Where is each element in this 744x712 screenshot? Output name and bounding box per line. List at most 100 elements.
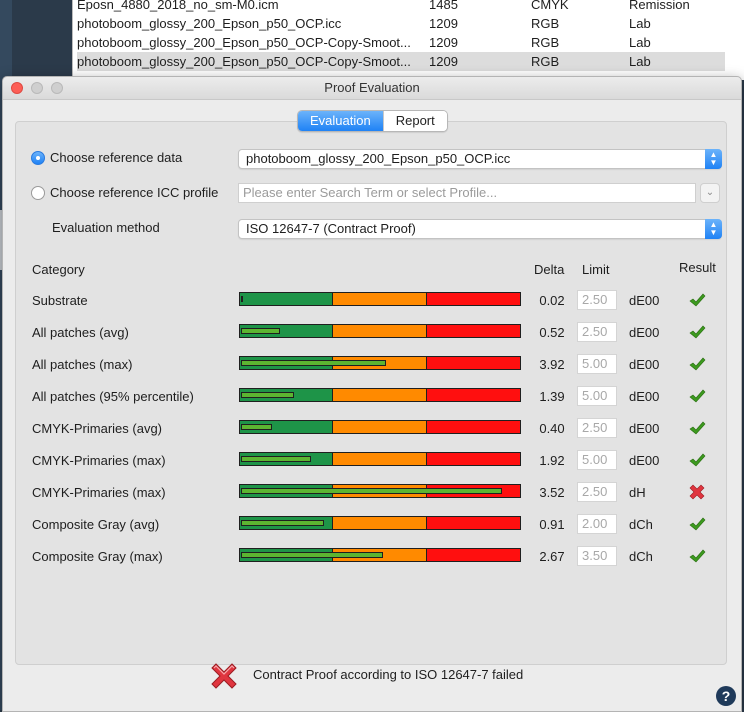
row-unit: dCh — [629, 517, 653, 532]
row-unit: dE00 — [629, 453, 660, 468]
row-category: All patches (avg) — [32, 325, 129, 340]
chevron-down-icon[interactable]: ⌄ — [700, 183, 720, 203]
profile-name: Eposn_4880_2018_no_sm-M0.icm — [77, 0, 279, 12]
result-row: Composite Gray (avg) 0.91 2.00 dCh — [16, 510, 726, 542]
bar-zone-warn — [333, 517, 427, 529]
profile-type: Lab — [629, 16, 651, 31]
delta-bar — [239, 548, 521, 562]
profile-size: 1485 — [429, 0, 458, 12]
profile-size: 1209 — [429, 35, 458, 50]
row-limit-field[interactable]: 2.50 — [577, 322, 617, 342]
row-delta: 0.02 — [539, 293, 565, 308]
result-row: All patches (avg) 0.52 2.50 dE00 — [16, 318, 726, 350]
tab-report[interactable]: Report — [382, 111, 447, 131]
delta-bar — [239, 292, 521, 306]
row-delta: 0.52 — [539, 325, 565, 340]
row-delta: 3.92 — [539, 357, 565, 372]
bar-zone-warn — [333, 453, 427, 465]
reference-icc-search-input[interactable]: Please enter Search Term or select Profi… — [238, 183, 696, 203]
profile-name: photoboom_glossy_200_Epson_p50_OCP-Copy-… — [77, 54, 411, 69]
reference-data-value: photoboom_glossy_200_Epson_p50_OCP.icc — [246, 151, 511, 166]
passed-check-icon — [688, 355, 706, 373]
row-limit-value: 5.00 — [582, 388, 608, 403]
row-limit-field[interactable]: 5.00 — [577, 354, 617, 374]
updown-arrows-icon: ▲ ▼ — [705, 149, 722, 169]
delta-bar — [239, 516, 521, 530]
passed-check-icon — [688, 291, 706, 309]
row-category: CMYK-Primaries (max) — [32, 453, 166, 468]
profile-colorspace: RGB — [531, 54, 560, 69]
result-row: Substrate 0.02 2.50 dE00 — [16, 286, 726, 318]
profile-row[interactable]: photoboom_glossy_200_Epson_p50_OCP.icc 1… — [77, 14, 725, 33]
delta-indicator — [241, 488, 502, 494]
row-limit-field[interactable]: 5.00 — [577, 450, 617, 470]
row-category: All patches (max) — [32, 357, 133, 372]
result-row: All patches (max) 3.92 5.00 dE00 — [16, 350, 726, 382]
reference-data-select[interactable]: photoboom_glossy_200_Epson_p50_OCP.icc ▲… — [238, 149, 722, 169]
row-category: All patches (95% percentile) — [32, 389, 194, 404]
delta-indicator — [241, 456, 311, 462]
profile-name: photoboom_glossy_200_Epson_p50_OCP-Copy-… — [77, 35, 411, 50]
delta-bar — [239, 356, 521, 370]
result-row: All patches (95% percentile) 1.39 5.00 dE00 — [16, 382, 726, 414]
reference-data-radio[interactable] — [31, 151, 45, 165]
result-row: Composite Gray (max) 2.67 3.50 dCh — [16, 542, 726, 574]
reference-icc-radio[interactable] — [31, 186, 45, 200]
delta-indicator — [241, 520, 324, 526]
delta-indicator — [241, 328, 280, 334]
profile-row-selected[interactable]: photoboom_glossy_200_Epson_p50_OCP-Copy-… — [77, 52, 725, 71]
row-unit: dH — [629, 485, 646, 500]
help-button[interactable]: ? — [716, 686, 736, 706]
bar-zone-bad — [426, 293, 520, 305]
reference-data-label: Choose reference data — [50, 150, 183, 165]
row-category: CMYK-Primaries (max) — [32, 485, 166, 500]
limit-header: Limit — [582, 262, 610, 277]
proof-evaluation-window: Proof Evaluation Evaluation Report Choos… — [2, 76, 742, 712]
profile-row[interactable]: photoboom_glossy_200_Epson_p50_OCP-Copy-… — [77, 33, 725, 52]
tab-evaluation[interactable]: Evaluation — [298, 111, 383, 131]
reference-icc-placeholder: Please enter Search Term or select Profi… — [243, 185, 498, 200]
delta-header: Delta — [534, 262, 565, 277]
bar-zone-bad — [426, 453, 520, 465]
passed-check-icon — [688, 451, 706, 469]
delta-indicator — [241, 552, 383, 558]
bar-zone-bad — [426, 549, 520, 561]
row-limit-value: 2.00 — [582, 516, 608, 531]
profile-row[interactable]: Eposn_4880_2018_no_sm-M0.icm 1485 CMYK R… — [77, 0, 725, 14]
delta-bar — [239, 324, 521, 338]
row-limit-field[interactable]: 2.00 — [577, 514, 617, 534]
evaluation-method-select[interactable]: ISO 12647-7 (Contract Proof) ▲ ▼ — [238, 219, 722, 239]
row-limit-field[interactable]: 2.50 — [577, 418, 617, 438]
profile-type: Lab — [629, 35, 651, 50]
delta-bar — [239, 484, 521, 498]
delta-indicator — [241, 424, 272, 430]
bar-zone-bad — [426, 517, 520, 529]
evaluation-method-label: Evaluation method — [52, 220, 160, 235]
profile-name: photoboom_glossy_200_Epson_p50_OCP.icc — [77, 16, 342, 31]
row-unit: dE00 — [629, 389, 660, 404]
row-limit-field[interactable]: 5.00 — [577, 386, 617, 406]
row-delta: 2.67 — [539, 549, 565, 564]
title-bar[interactable]: Proof Evaluation — [3, 77, 741, 100]
delta-indicator — [241, 296, 243, 302]
row-unit: dE00 — [629, 357, 660, 372]
delta-bar — [239, 452, 521, 466]
row-limit-field[interactable]: 2.50 — [577, 482, 617, 502]
delta-bar — [239, 388, 521, 402]
failed-cross-icon — [688, 483, 706, 501]
bar-zone-bad — [426, 421, 520, 433]
passed-check-icon — [688, 547, 706, 565]
row-limit-field[interactable]: 2.50 — [577, 290, 617, 310]
row-limit-value: 5.00 — [582, 356, 608, 371]
failed-cross-icon — [211, 663, 237, 689]
row-delta: 1.39 — [539, 389, 565, 404]
updown-arrows-icon: ▲ ▼ — [705, 219, 722, 239]
row-unit: dCh — [629, 549, 653, 564]
result-row: CMYK-Primaries (avg) 0.40 2.50 dE00 — [16, 414, 726, 446]
bar-zone-bad — [426, 357, 520, 369]
row-limit-field[interactable]: 3.50 — [577, 546, 617, 566]
reference-icc-label: Choose reference ICC profile — [50, 185, 219, 200]
row-limit-value: 3.50 — [582, 548, 608, 563]
row-unit: dE00 — [629, 293, 660, 308]
category-header: Category — [32, 262, 85, 277]
